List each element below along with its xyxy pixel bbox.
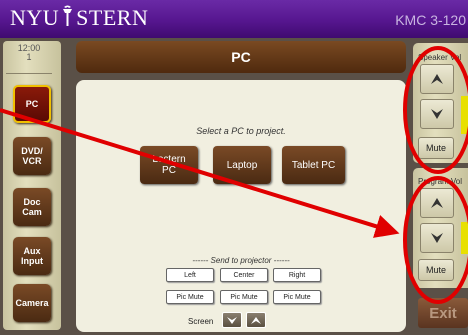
exit-button[interactable]: Exit <box>418 298 468 328</box>
screen-label: Screen <box>188 317 214 326</box>
pc-option-label: Lectern PC <box>152 154 186 176</box>
speaker-volume-down-button[interactable] <box>420 99 454 129</box>
tablet-pc-button[interactable]: Tablet PC <box>282 146 345 184</box>
source-button-label: Aux Input <box>21 246 43 266</box>
program-volume-level <box>461 222 468 254</box>
clock: 12:00 1 <box>3 44 55 62</box>
source-button-dvd-vcr[interactable]: DVD/ VCR <box>13 137 51 175</box>
source-button-label: DVD/ VCR <box>21 146 43 166</box>
pc-option-label: Tablet PC <box>291 159 336 171</box>
logo-text-right: STERN <box>76 5 149 30</box>
arrow-up-icon <box>251 316 261 324</box>
program-mute-button[interactable]: Mute <box>418 259 454 281</box>
laptop-button[interactable]: Laptop <box>213 146 271 184</box>
arrow-down-icon <box>227 316 237 324</box>
speaker-volume-title: Speaker Vol <box>418 53 462 62</box>
program-volume-down-button[interactable] <box>420 223 454 253</box>
program-volume-title: Program Vol <box>418 177 463 186</box>
pc-option-label: Laptop <box>226 159 258 171</box>
projector-right-button[interactable]: Right <box>273 268 321 282</box>
torch-icon <box>63 5 73 26</box>
screen-up-button[interactable] <box>246 312 266 328</box>
source-button-doc-cam[interactable]: Doc Cam <box>13 188 51 226</box>
source-button-label: Camera <box>15 298 49 308</box>
page-title: PC <box>76 41 406 73</box>
source-button-label: Doc Cam <box>22 197 42 217</box>
center-pic-mute-button[interactable]: Pic Mute <box>220 290 268 304</box>
header-bar: NYU STERN KMC 3-120 <box>0 0 468 38</box>
left-pic-mute-button[interactable]: Pic Mute <box>166 290 214 304</box>
clock-sub: 1 <box>26 52 32 62</box>
source-button-camera[interactable]: Camera <box>13 284 51 322</box>
logo-text-left: NYU <box>10 5 60 30</box>
right-pic-mute-button[interactable]: Pic Mute <box>273 290 321 304</box>
projector-left-button[interactable]: Left <box>166 268 214 282</box>
arrow-up-icon <box>431 74 443 84</box>
clock-divider <box>6 73 52 74</box>
speaker-volume-level <box>461 96 468 134</box>
room-label: KMC 3-120 <box>395 12 466 28</box>
projector-center-button[interactable]: Center <box>220 268 268 282</box>
speaker-mute-button[interactable]: Mute <box>418 137 454 159</box>
arrow-down-icon <box>431 109 443 119</box>
nyu-stern-logo: NYU STERN <box>10 4 148 32</box>
arrow-down-icon <box>431 233 443 243</box>
arrow-up-icon <box>431 198 443 208</box>
source-button-aux-input[interactable]: Aux Input <box>13 237 51 275</box>
lectern-pc-button[interactable]: Lectern PC <box>140 146 198 184</box>
speaker-volume-up-button[interactable] <box>420 64 454 94</box>
source-button-pc[interactable]: PC <box>13 85 51 123</box>
screen-down-button[interactable] <box>222 312 242 328</box>
program-volume-up-button[interactable] <box>420 188 454 218</box>
send-to-projector-label: ------ Send to projector ------ <box>192 256 290 265</box>
select-pc-prompt: Select a PC to project. <box>196 126 286 136</box>
source-button-label: PC <box>25 99 39 109</box>
